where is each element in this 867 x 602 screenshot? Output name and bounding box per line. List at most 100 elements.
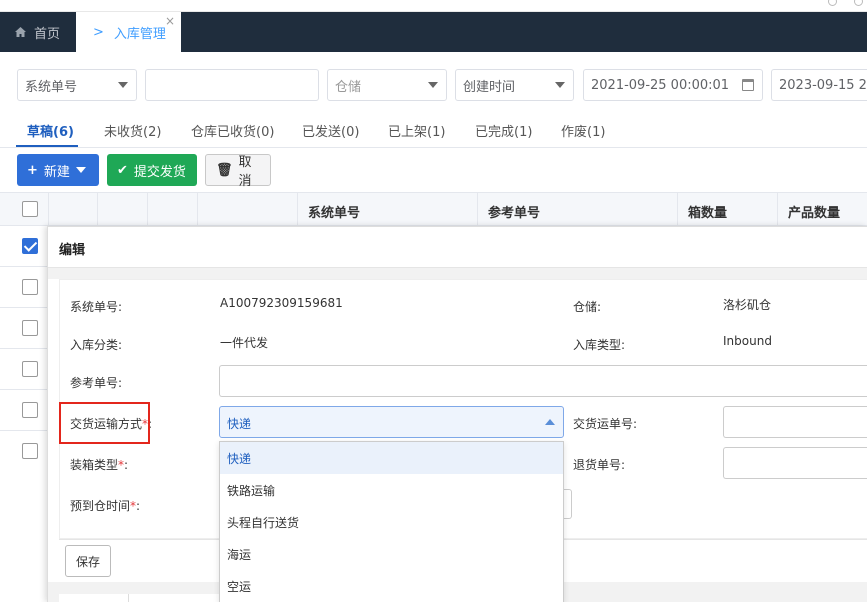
bottom-table-cell xyxy=(59,594,129,602)
row-checkbox[interactable] xyxy=(22,361,38,377)
check-icon: ✔ xyxy=(117,162,128,178)
new-button[interactable]: + 新建 xyxy=(17,154,99,186)
delivery-method-select[interactable]: 快递 xyxy=(219,406,564,438)
row-divider xyxy=(0,430,48,431)
column-divider xyxy=(97,192,98,226)
cancel-button-label: 取消 xyxy=(238,155,252,189)
chevron-down-icon xyxy=(118,82,128,88)
tab-inbound-label: 入库管理 xyxy=(113,26,166,42)
dropdown-option-self-delivery[interactable]: 头程自行送货 xyxy=(220,506,563,538)
status-tabs: 草稿(6) 未收货(2) 仓库已收货(0) 已发送(0) 已上架(1) 已完成(… xyxy=(0,112,867,148)
column-header[interactable]: 产品数量 xyxy=(788,202,840,221)
row-checkbox[interactable] xyxy=(22,320,38,336)
label-system-no: 系统单号: xyxy=(70,300,123,314)
tab-shelved[interactable]: 已上架(1) xyxy=(388,121,445,140)
tab-home-label: 首页 xyxy=(34,26,61,42)
row-divider xyxy=(0,389,48,390)
row-divider xyxy=(0,307,48,308)
tab-warehouse-received[interactable]: 仓库已收货(0) xyxy=(191,121,274,140)
date-type-select[interactable]: 创建时间 xyxy=(455,69,574,101)
search-input[interactable] xyxy=(145,69,319,101)
delivery-method-dropdown: 快递 铁路运输 头程自行送货 海运 空运 xyxy=(219,441,564,602)
column-divider xyxy=(197,192,198,226)
dropdown-option-air[interactable]: 空运 xyxy=(220,570,563,602)
warehouse-select[interactable]: 仓储 xyxy=(327,69,447,101)
date-from-input[interactable]: 2021-09-25 00:00:01 xyxy=(583,69,763,101)
save-button[interactable]: 保存 xyxy=(65,545,111,577)
date-to-value: 2023-09-15 23 xyxy=(779,77,867,93)
modal-body-background xyxy=(48,268,867,279)
dropdown-option-rail[interactable]: 铁路运输 xyxy=(220,474,563,506)
tab-inbound-management[interactable]: > 入库管理 × xyxy=(76,12,181,52)
chevron-up-icon xyxy=(545,419,555,425)
delivery-method-value: 快递 xyxy=(227,417,252,431)
date-from-value: 2021-09-25 00:00:01 xyxy=(591,77,730,93)
tab-draft[interactable]: 草稿(6) xyxy=(27,121,74,140)
label-warehouse: 仓储: xyxy=(573,300,602,314)
circle-icon[interactable] xyxy=(828,0,837,6)
tab-not-received[interactable]: 未收货(2) xyxy=(104,121,161,140)
row-checkbox[interactable] xyxy=(22,443,38,459)
submit-button-label: 提交发货 xyxy=(133,164,186,180)
table-row-checkboxes xyxy=(0,226,48,602)
row-divider xyxy=(0,348,48,349)
select-all-checkbox[interactable] xyxy=(22,201,38,217)
delivery-no-input[interactable] xyxy=(723,406,867,438)
label-arrival-time: 预到仓时间*: xyxy=(70,497,140,514)
active-tab-indicator xyxy=(16,145,78,147)
value-inbound-type: Inbound xyxy=(723,334,772,348)
tab-voided[interactable]: 作废(1) xyxy=(561,121,605,140)
row-checkbox[interactable] xyxy=(22,238,38,254)
column-divider xyxy=(777,192,778,226)
chevron-right-icon: > xyxy=(93,24,104,40)
label-return-no: 退货单号: xyxy=(573,458,626,472)
column-divider xyxy=(477,192,478,226)
column-header[interactable]: 参考单号 xyxy=(488,202,540,221)
label-text: 装箱类型 xyxy=(70,458,119,472)
plus-icon: + xyxy=(27,162,38,178)
close-icon[interactable]: × xyxy=(165,14,175,28)
modal-header: 编辑 xyxy=(48,227,867,268)
row-checkbox[interactable] xyxy=(22,402,38,418)
column-header[interactable]: 箱数量 xyxy=(688,202,727,221)
column-divider xyxy=(297,192,298,226)
label-inbound-category: 入库分类: xyxy=(70,338,123,352)
field-select-value: 系统单号 xyxy=(25,79,78,95)
label-packing-type: 装箱类型*: xyxy=(70,456,128,473)
filter-bar: 系统单号 仓储 创建时间 2021-09-25 00:00:01 2023-09… xyxy=(0,52,867,112)
value-inbound-category: 一件代发 xyxy=(220,336,269,350)
value-warehouse: 洛杉矶仓 xyxy=(723,298,772,312)
label-ref-no: 参考单号: xyxy=(70,376,123,390)
return-no-input[interactable] xyxy=(723,447,867,479)
date-to-input[interactable]: 2023-09-15 23 xyxy=(771,69,867,101)
dropdown-option-express[interactable]: 快递 xyxy=(220,442,563,474)
calendar-icon xyxy=(742,79,754,91)
date-type-value: 创建时间 xyxy=(463,79,516,95)
column-divider xyxy=(677,192,678,226)
field-select[interactable]: 系统单号 xyxy=(17,69,137,101)
label-delivery-no: 交货运单号: xyxy=(573,417,638,431)
new-button-label: 新建 xyxy=(43,164,70,180)
value-system-no: A100792309159681 xyxy=(220,296,343,310)
bottom-table-cell xyxy=(129,594,219,602)
warehouse-select-placeholder: 仓储 xyxy=(335,79,362,95)
label-colon: : xyxy=(136,499,141,513)
chevron-down-icon xyxy=(75,167,86,173)
row-checkbox[interactable] xyxy=(22,279,38,295)
circle-icon[interactable] xyxy=(854,0,863,6)
label-colon: : xyxy=(124,458,129,472)
row-divider xyxy=(0,266,48,267)
arrival-time-picker-edge[interactable] xyxy=(564,489,572,519)
highlight-annotation-box xyxy=(59,402,150,444)
column-header[interactable]: 系统单号 xyxy=(308,202,360,221)
tab-completed[interactable]: 已完成(1) xyxy=(475,121,532,140)
modal-title: 编辑 xyxy=(59,243,86,258)
home-icon xyxy=(15,27,26,37)
tab-sent[interactable]: 已发送(0) xyxy=(302,121,359,140)
cancel-button[interactable]: 🗑 取消 xyxy=(205,154,271,189)
chevron-down-icon xyxy=(555,82,565,88)
tab-home[interactable]: 首页 xyxy=(0,12,76,52)
submit-shipment-button[interactable]: ✔ 提交发货 xyxy=(107,154,197,186)
ref-no-input[interactable] xyxy=(219,365,867,397)
dropdown-option-sea[interactable]: 海运 xyxy=(220,538,563,570)
